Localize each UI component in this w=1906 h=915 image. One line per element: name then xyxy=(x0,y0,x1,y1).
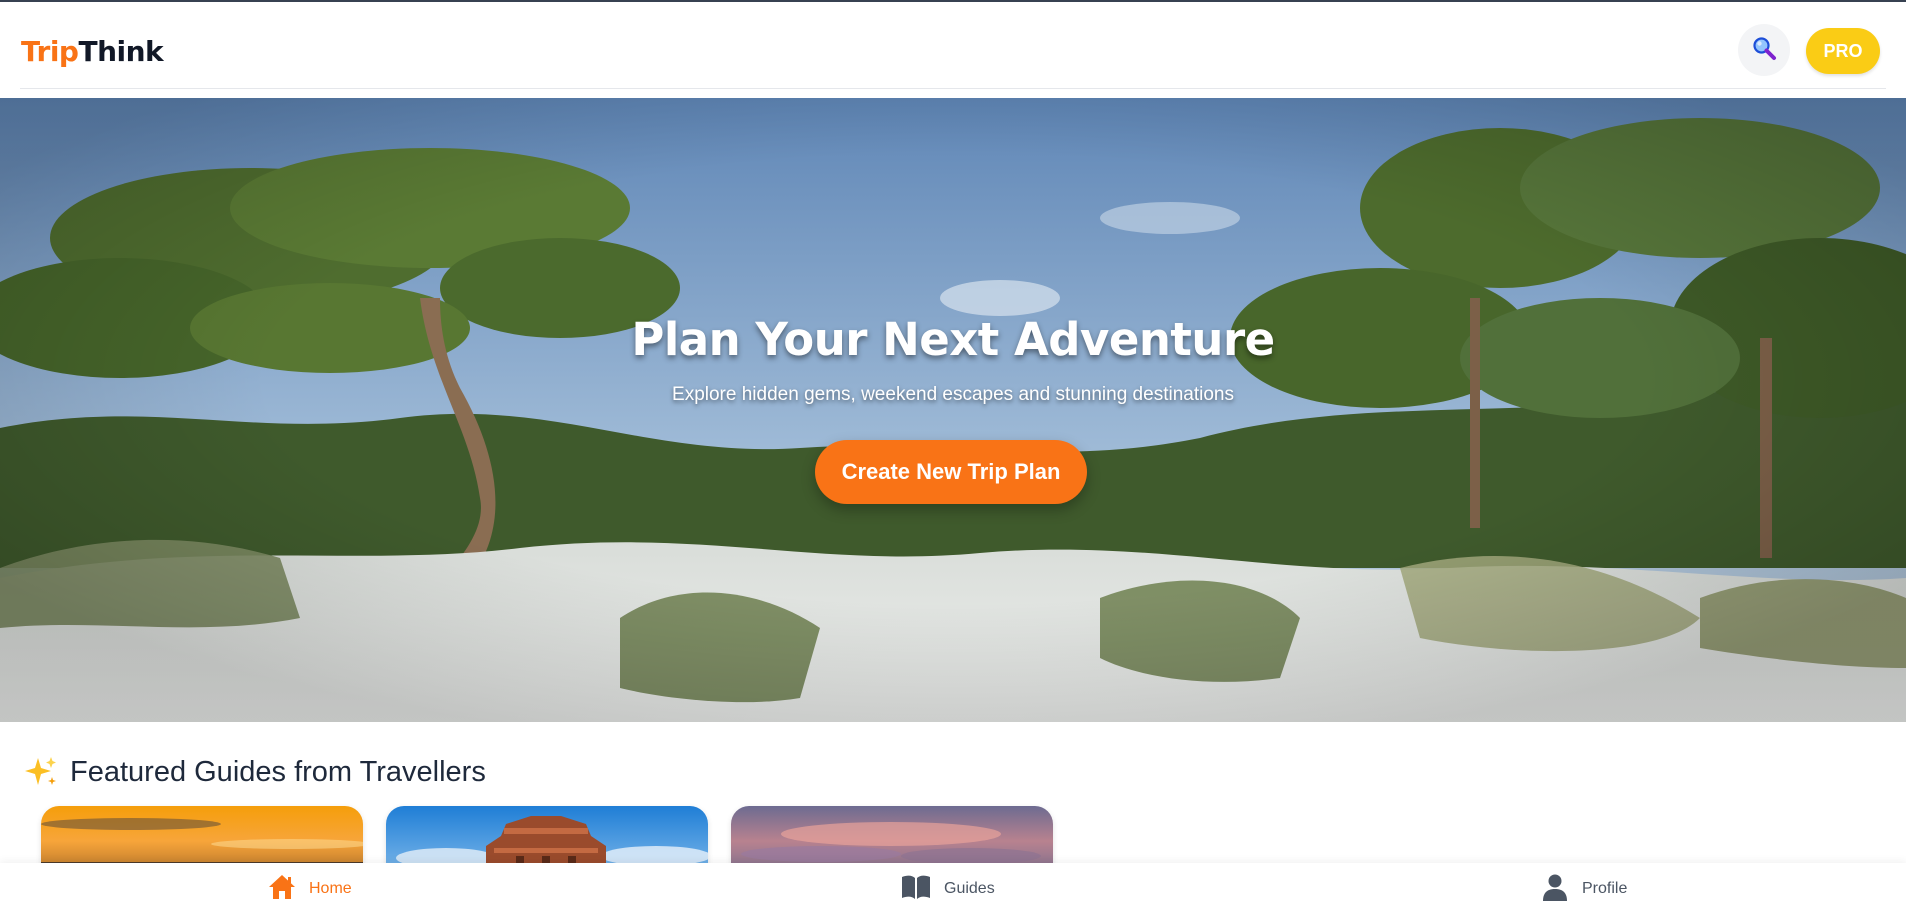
hero-banner: Plan Your Next Adventure Explore hidden … xyxy=(0,98,1906,722)
nav-item-guides[interactable]: Guides xyxy=(900,863,995,915)
featured-section-heading: Featured Guides from Travellers xyxy=(24,755,486,789)
bottom-navigation: Home Guides Profile xyxy=(0,863,1906,915)
hero-subtitle: Explore hidden gems, weekend escapes and… xyxy=(672,384,1234,405)
search-button[interactable] xyxy=(1738,24,1790,76)
logo-think-text: Think xyxy=(78,35,164,68)
nav-home-label: Home xyxy=(309,880,352,897)
logo-trip-text: Trip xyxy=(21,35,79,68)
nav-profile-label: Profile xyxy=(1582,880,1628,897)
featured-title-text: Featured Guides from Travellers xyxy=(70,755,486,788)
user-icon xyxy=(1540,872,1582,907)
header-divider xyxy=(20,88,1886,89)
app-logo[interactable]: TripThink xyxy=(21,35,164,68)
pro-button[interactable]: PRO xyxy=(1806,28,1880,74)
top-header: TripThink PRO xyxy=(0,0,1906,98)
magnifier-icon xyxy=(1751,35,1777,66)
create-trip-plan-button[interactable]: Create New Trip Plan xyxy=(815,440,1087,504)
sparkles-icon xyxy=(24,755,58,789)
hero-title: Plan Your Next Adventure xyxy=(631,313,1275,366)
nav-item-home[interactable]: Home xyxy=(267,863,352,915)
book-icon xyxy=(900,873,944,906)
hero-background-image xyxy=(0,98,1906,722)
home-icon xyxy=(267,872,309,907)
nav-guides-label: Guides xyxy=(944,880,995,897)
nav-item-profile[interactable]: Profile xyxy=(1540,863,1627,915)
